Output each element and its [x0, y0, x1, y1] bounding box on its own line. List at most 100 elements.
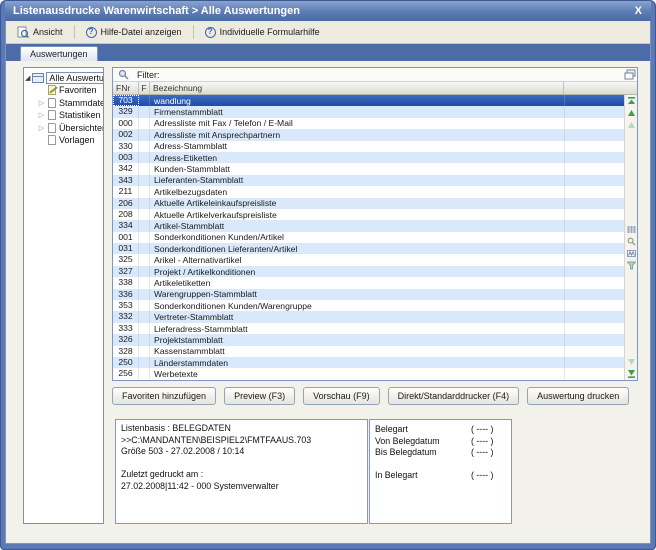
tree-item-label: Vorlagen: [59, 135, 95, 145]
row-fnr: 703: [113, 95, 139, 106]
col-header-f[interactable]: F: [139, 82, 150, 94]
action-buttons: Favoriten hinzufügen Preview (F3) Vorsch…: [112, 387, 629, 405]
row-bezeichnung: Werbetexte: [150, 369, 564, 379]
action-button[interactable]: Vorschau (F9): [303, 387, 380, 405]
tree-item[interactable]: Übersichten: [38, 122, 102, 135]
col-header-bezeichnung[interactable]: Bezeichnung: [150, 82, 564, 94]
table-row[interactable]: 343 Lieferanten-Stammblatt: [113, 175, 624, 186]
table-side-toolbar: [624, 95, 637, 380]
row-f: [139, 334, 150, 345]
titlebar: Listenausdrucke Warenwirtschaft > Alle A…: [5, 1, 651, 21]
param-row: Belegart ( ---- ): [375, 424, 506, 436]
scroll-to-top-icon[interactable]: [627, 97, 636, 106]
row-bezeichnung: Projektstammblatt: [150, 335, 564, 345]
row-extra: [564, 323, 624, 334]
scroll-up-icon[interactable]: [627, 109, 636, 118]
tree-expander-icon[interactable]: [38, 111, 45, 119]
row-fnr: 250: [113, 357, 139, 368]
table-row[interactable]: 208 Aktuelle Artikelverkaufspreisliste: [113, 209, 624, 220]
app-window: Listenausdrucke Warenwirtschaft > Alle A…: [0, 0, 656, 550]
col-header-fnr[interactable]: FNr: [113, 82, 139, 94]
info-line: Zuletzt gedruckt am :: [121, 469, 362, 481]
row-extra: [564, 357, 624, 368]
row-fnr: 326: [113, 334, 139, 345]
columns-icon[interactable]: [627, 225, 636, 234]
row-f: [139, 163, 150, 174]
filter-row[interactable]: Filter:: [113, 68, 637, 82]
search-icon[interactable]: [627, 237, 636, 246]
row-bezeichnung: Adressliste mit Fax / Telefon / E-Mail: [150, 118, 564, 128]
row-extra: [564, 277, 624, 288]
row-extra: [564, 243, 624, 254]
table-row[interactable]: 328 Kassenstammblatt: [113, 346, 624, 357]
tree-expander-icon[interactable]: [38, 124, 45, 132]
tree-expander-icon[interactable]: [25, 74, 30, 82]
param-label: Von Belegdatum: [375, 436, 471, 448]
row-f: [139, 368, 150, 379]
table-row[interactable]: 325 Arikel - Alternativartikel: [113, 254, 624, 265]
tree-item[interactable]: Statistiken: [38, 109, 102, 122]
scroll-page-up-icon[interactable]: [627, 121, 636, 130]
scroll-page-down-icon[interactable]: [627, 357, 636, 366]
scroll-to-bottom-icon[interactable]: [627, 369, 636, 378]
tree-item[interactable]: Vorlagen: [38, 134, 102, 147]
action-button[interactable]: Direkt/Standarddrucker (F4): [388, 387, 520, 405]
tree-root-alle-auswertungen[interactable]: Alle Auswertungen: [25, 71, 102, 84]
table-row[interactable]: 256 Werbetexte: [113, 368, 624, 379]
table-row[interactable]: 327 Projekt / Artikelkonditionen: [113, 266, 624, 277]
table-row[interactable]: 330 Adress-Stammblatt: [113, 141, 624, 152]
row-fnr: 334: [113, 220, 139, 231]
close-icon[interactable]: X: [632, 5, 645, 17]
table-row[interactable]: 333 Lieferadress-Stammblatt: [113, 323, 624, 334]
table-row[interactable]: 703 wandlung: [113, 95, 624, 106]
row-f: [139, 186, 150, 197]
tab-bar: Auswertungen: [6, 44, 650, 61]
param-value: ( ---- ): [471, 436, 506, 448]
table-row[interactable]: 031 Sonderkonditionen Lieferanten/Artike…: [113, 243, 624, 254]
table-row[interactable]: 000 Adressliste mit Fax / Telefon / E-Ma…: [113, 118, 624, 129]
row-extra: [564, 118, 624, 129]
table-row[interactable]: 334 Artikel-Stammblatt: [113, 220, 624, 231]
table-row[interactable]: 342 Kunden-Stammblatt: [113, 163, 624, 174]
column-chooser-icon[interactable]: [624, 69, 636, 80]
table-row[interactable]: 001 Sonderkonditionen Kunden/Artikel: [113, 232, 624, 243]
tab-auswertungen[interactable]: Auswertungen: [20, 46, 98, 61]
action-button[interactable]: Preview (F3): [224, 387, 295, 405]
help-file-button[interactable]: ? Hilfe-Datei anzeigen: [79, 24, 189, 41]
table-row[interactable]: 332 Vertreter-Stammblatt: [113, 311, 624, 322]
table-row[interactable]: 338 Artikeletiketten: [113, 277, 624, 288]
row-extra: [564, 95, 624, 106]
table-row[interactable]: 329 Firmenstammblatt: [113, 106, 624, 117]
table-row[interactable]: 353 Sonderkonditionen Kunden/Warengruppe: [113, 300, 624, 311]
tree-item[interactable]: Stammdaten: [38, 97, 102, 110]
row-bezeichnung: Kunden-Stammblatt: [150, 164, 564, 174]
tree-item[interactable]: Favoriten: [38, 84, 102, 97]
tree-expander-icon[interactable]: [38, 99, 45, 107]
row-extra: [564, 141, 624, 152]
table-row[interactable]: 326 Projektstammblatt: [113, 334, 624, 345]
row-bezeichnung: Vertreter-Stammblatt: [150, 312, 564, 322]
table-row[interactable]: 211 Artikelbezugsdaten: [113, 186, 624, 197]
row-bezeichnung: Lieferanten-Stammblatt: [150, 175, 564, 185]
filter-label: Filter:: [137, 70, 160, 80]
action-button[interactable]: Favoriten hinzufügen: [112, 387, 216, 405]
table-row[interactable]: 250 Länderstammdaten: [113, 357, 624, 368]
row-fnr: 211: [113, 186, 139, 197]
preview-document-icon: [17, 26, 29, 38]
filter-funnel-icon[interactable]: [627, 261, 636, 270]
multiselect-icon[interactable]: [627, 249, 636, 258]
param-row: Von Belegdatum ( ---- ): [375, 436, 506, 448]
form-help-label: Individuelle Formularhilfe: [220, 27, 320, 37]
table-row[interactable]: 206 Aktuelle Artikeleinkaufspreisliste: [113, 198, 624, 209]
help-icon: ?: [86, 27, 97, 38]
col-header-extra[interactable]: [564, 82, 637, 94]
form-help-button[interactable]: ? Individuelle Formularhilfe: [198, 24, 327, 41]
action-button[interactable]: Auswertung drucken: [527, 387, 629, 405]
row-fnr: 353: [113, 300, 139, 311]
table-row[interactable]: 002 Adressliste mit Ansprechpartnern: [113, 129, 624, 140]
info-line: 27.02.2008|11:42 - 000 Systemverwalter: [121, 481, 362, 493]
row-f: [139, 220, 150, 231]
table-row[interactable]: 336 Warengruppen-Stammblatt: [113, 289, 624, 300]
table-row[interactable]: 003 Adress-Etiketten: [113, 152, 624, 163]
ansicht-button[interactable]: Ansicht: [10, 23, 70, 41]
